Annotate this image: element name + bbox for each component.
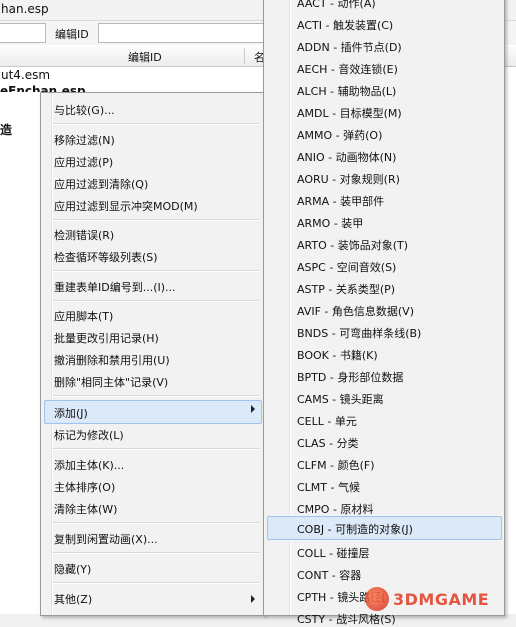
- submenu-item-cont[interactable]: CONT - 容器: [297, 567, 361, 583]
- submenu-item-arma[interactable]: ARMA - 装甲部件: [297, 193, 384, 209]
- submenu-item-alch[interactable]: ALCH - 辅助物品(L): [297, 83, 396, 99]
- menu-item-add-masters[interactable]: 添加主体(K)...: [54, 457, 124, 473]
- submenu-arrow-icon: [251, 405, 255, 413]
- submenu-item-anio[interactable]: ANIO - 动画物体(N): [297, 149, 396, 165]
- window-title: han.esp: [1, 2, 49, 16]
- menu-separator: [53, 552, 259, 554]
- submenu-arrow-icon: [251, 595, 255, 603]
- menu-separator: [53, 300, 259, 302]
- menu-item-add[interactable]: 添加(J): [54, 405, 88, 421]
- filter-label: 编辑ID: [55, 28, 89, 41]
- menu-separator: [53, 582, 259, 584]
- context-menu: 与比较(G)... 移除过滤(N) 应用过滤(P) 应用过滤到清除(Q) 应用过…: [40, 92, 265, 616]
- watermark: 3DMGAME: [365, 585, 515, 614]
- submenu-item-aoru[interactable]: AORU - 对象规则(R): [297, 171, 400, 187]
- menu-item-other[interactable]: 其他(Z): [54, 591, 92, 607]
- filter-input[interactable]: [0, 23, 46, 43]
- menu-item-check-circular-leveled-lists[interactable]: 检查循环等级列表(S): [54, 249, 158, 265]
- menu-item-remove-identical-records[interactable]: 删除"相同主体"记录(V): [54, 374, 168, 390]
- submenu-item-astp[interactable]: ASTP - 关系类型(P): [297, 281, 395, 297]
- column-header-editor-id[interactable]: 编辑ID: [128, 49, 162, 65]
- submenu-item-clfm[interactable]: CLFM - 颜色(F): [297, 457, 375, 473]
- menu-item-hide[interactable]: 隐藏(Y): [54, 561, 91, 577]
- editor-id-input[interactable]: [98, 23, 280, 43]
- submenu-item-addn[interactable]: ADDN - 插件节点(D): [297, 39, 402, 55]
- submenu-item-cell[interactable]: CELL - 单元: [297, 413, 357, 429]
- submenu-item-arto[interactable]: ARTO - 装饰品对象(T): [297, 237, 408, 253]
- menu-separator: [53, 395, 259, 397]
- submenu-item-aspc[interactable]: ASPC - 空间音效(S): [297, 259, 396, 275]
- list-item[interactable]: ut4.esm: [1, 68, 50, 82]
- menu-separator: [53, 219, 259, 221]
- menu-separator: [53, 123, 259, 125]
- menu-separator: [53, 448, 259, 450]
- menu-item-remove-filter[interactable]: 移除过滤(N): [54, 132, 115, 148]
- submenu-item-bptd[interactable]: BPTD - 身形部位数据: [297, 369, 403, 385]
- submenu-item-clmt[interactable]: CLMT - 气候: [297, 479, 360, 495]
- add-submenu: AACT - 动作(A) ACTI - 触发装置(C) ADDN - 插件节点(…: [263, 0, 505, 626]
- submenu-item-cmpo[interactable]: CMPO - 原材料: [297, 501, 373, 517]
- submenu-item-bnds[interactable]: BNDS - 可弯曲样条线(B): [297, 325, 421, 341]
- menu-item-change-references[interactable]: 批量更改引用记录(H): [54, 330, 159, 346]
- submenu-item-armo[interactable]: ARMO - 装甲: [297, 215, 363, 231]
- watermark-text: 3DMGAME: [393, 590, 490, 609]
- menu-separator: [53, 270, 259, 272]
- menu-item-copy-idle-animations[interactable]: 复制到闲置动画(X)...: [54, 531, 158, 547]
- menu-item-renumber-formids[interactable]: 重建表单ID编号到...(I)...: [54, 279, 176, 295]
- menu-item-sort-masters[interactable]: 主体排序(O): [54, 479, 115, 495]
- menu-item-mark-modified[interactable]: 标记为修改(L): [54, 427, 124, 443]
- menu-item-apply-script[interactable]: 应用脚本(T): [54, 308, 113, 324]
- menu-item-apply-filter[interactable]: 应用过滤(P): [54, 154, 113, 170]
- column-separator[interactable]: [244, 48, 245, 64]
- submenu-item-cams[interactable]: CAMS - 镜头距离: [297, 391, 384, 407]
- menu-item-apply-filter-conflict[interactable]: 应用过滤到显示冲突MOD(M): [54, 198, 198, 214]
- menu-item-compare[interactable]: 与比较(G)...: [54, 102, 115, 118]
- list-item[interactable]: eEnchan.esp: [0, 84, 86, 92]
- submenu-item-clas[interactable]: CLAS - 分类: [297, 435, 359, 451]
- list-item[interactable]: 造: [0, 121, 12, 138]
- menu-item-apply-filter-clean[interactable]: 应用过滤到清除(Q): [54, 176, 148, 192]
- submenu-item-acti[interactable]: ACTI - 触发装置(C): [297, 17, 393, 33]
- submenu-item-aech[interactable]: AECH - 音效连锁(E): [297, 61, 398, 77]
- menu-item-undelete-disable-references[interactable]: 撤消删除和禁用引用(U): [54, 352, 170, 368]
- submenu-item-aact[interactable]: AACT - 动作(A): [297, 0, 376, 11]
- menu-separator: [53, 522, 259, 524]
- watermark-logo-icon: [365, 587, 389, 611]
- submenu-item-ammo[interactable]: AMMO - 弹药(O): [297, 127, 382, 143]
- submenu-item-amdl[interactable]: AMDL - 目标模型(M): [297, 105, 402, 121]
- submenu-item-book[interactable]: BOOK - 书籍(K): [297, 347, 378, 363]
- submenu-item-avif[interactable]: AVIF - 角色信息数据(V): [297, 303, 414, 319]
- menu-item-check-errors[interactable]: 检测错误(R): [54, 227, 114, 243]
- menu-item-clean-masters[interactable]: 清除主体(W): [54, 501, 117, 517]
- submenu-item-cobj[interactable]: COBJ - 可制造的对象(J): [297, 521, 413, 537]
- submenu-item-coll[interactable]: COLL - 碰撞层: [297, 545, 370, 561]
